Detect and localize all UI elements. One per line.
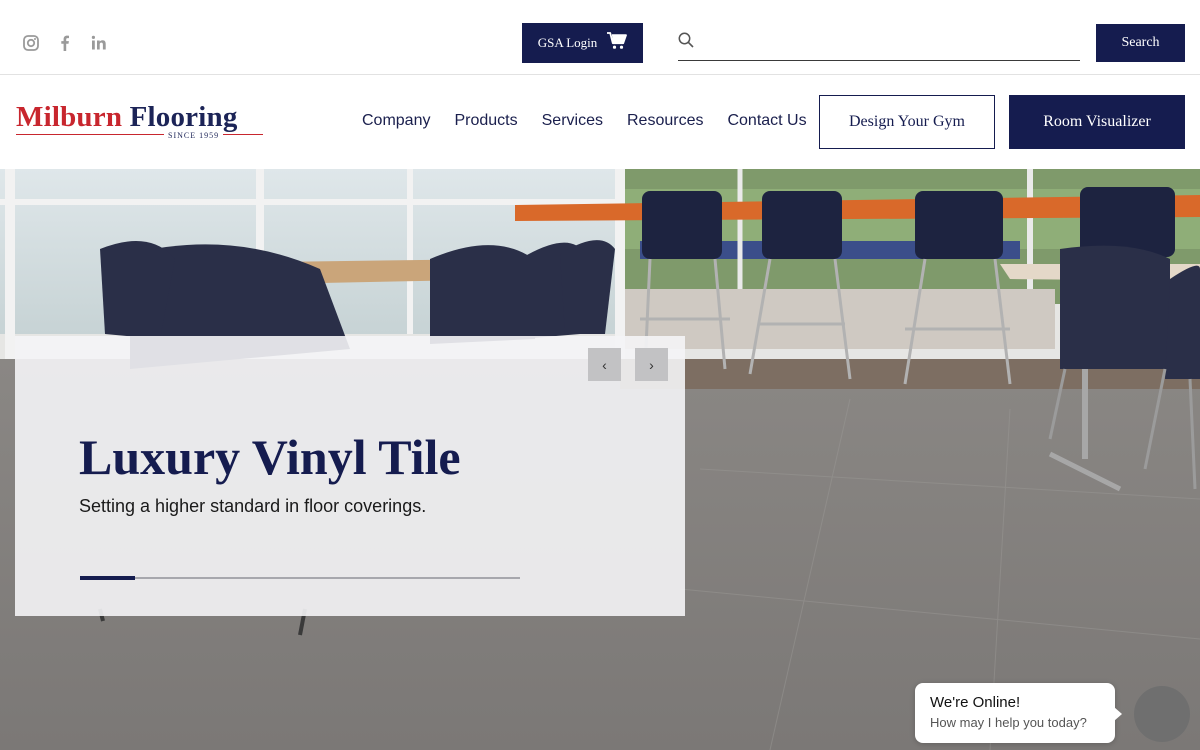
search-input[interactable] (704, 28, 1074, 58)
design-your-gym-button[interactable]: Design Your Gym (819, 95, 995, 149)
main-header: Milburn Flooring SINCE 1959 Company Prod… (0, 76, 1200, 169)
slide-progress-fill (80, 576, 135, 580)
design-your-gym-label: Design Your Gym (848, 113, 965, 130)
room-visualizer-button[interactable]: Room Visualizer (1009, 95, 1185, 149)
slider-next-button[interactable]: › (635, 348, 668, 381)
top-utility-bar: GSA Login Search (0, 0, 1200, 75)
logo-divider (16, 134, 263, 135)
search-button[interactable]: Search (1096, 24, 1185, 62)
cart-icon (607, 32, 628, 54)
hero-slider: ‹ › Luxury Vinyl Tile Setting a higher s… (0, 169, 1200, 750)
logo-wordmark: Milburn Flooring (16, 102, 266, 132)
search-icon (678, 32, 694, 48)
nav-services[interactable]: Services (542, 112, 603, 130)
nav-products[interactable]: Products (454, 112, 517, 130)
nav-contact-us[interactable]: Contact Us (727, 112, 806, 130)
room-visualizer-label: Room Visualizer (1043, 113, 1151, 130)
hero-caption-card: ‹ › Luxury Vinyl Tile Setting a higher s… (15, 336, 685, 616)
search-button-label: Search (1121, 35, 1160, 50)
chat-subtitle: How may I help you today? (930, 715, 1087, 730)
nav-company[interactable]: Company (362, 112, 430, 130)
logo-since: SINCE 1959 (164, 131, 224, 140)
linkedin-icon[interactable] (90, 34, 108, 52)
chevron-right-icon: › (649, 356, 654, 373)
chevron-left-icon: ‹ (602, 356, 607, 373)
facebook-icon[interactable] (56, 34, 74, 52)
search-field (678, 28, 1080, 61)
logo-word-milburn: Milburn (16, 101, 123, 133)
logo[interactable]: Milburn Flooring SINCE 1959 (16, 102, 266, 146)
slide-progress-bar (80, 576, 520, 580)
social-links (22, 34, 108, 52)
logo-word-flooring: Flooring (129, 101, 238, 133)
instagram-icon[interactable] (22, 34, 40, 52)
gsa-login-button[interactable]: GSA Login (522, 23, 643, 63)
slider-prev-button[interactable]: ‹ (588, 348, 621, 381)
hero-subtitle: Setting a higher standard in floor cover… (79, 496, 427, 516)
main-nav: Company Products Services Resources Cont… (362, 112, 807, 130)
chat-launcher-button[interactable] (1134, 686, 1190, 742)
gsa-login-label: GSA Login (537, 35, 598, 50)
chat-greeting-bubble[interactable]: We're Online! How may I help you today? (915, 683, 1122, 743)
hero-title: Luxury Vinyl Tile (79, 429, 461, 485)
nav-resources[interactable]: Resources (627, 112, 703, 130)
chat-title: We're Online! (930, 694, 1021, 711)
